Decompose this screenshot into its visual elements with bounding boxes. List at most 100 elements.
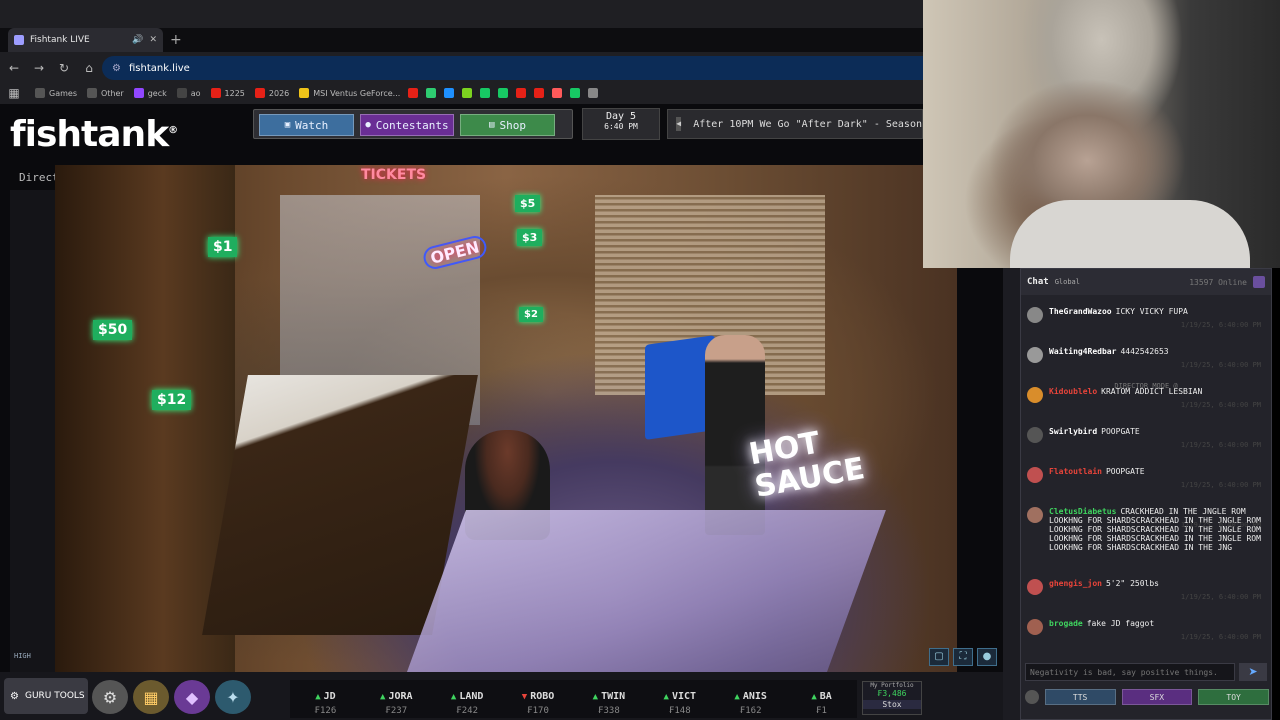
- bookmark-msi[interactable]: MSI Ventus GeForce...: [299, 88, 400, 98]
- avatar[interactable]: [1027, 507, 1043, 523]
- bookmark-2026[interactable]: 2026: [254, 88, 290, 98]
- bookmark-favicon-icon[interactable]: [408, 88, 419, 98]
- hot-sauce-sign: HOT SAUCE: [746, 413, 914, 547]
- chat-username[interactable]: ghengis_jon: [1049, 579, 1102, 588]
- emoji-icon[interactable]: [1025, 690, 1039, 704]
- home-icon[interactable]: ⌂: [78, 61, 100, 75]
- bookmark-favicon-icon[interactable]: [534, 88, 545, 98]
- crate-tool-icon[interactable]: ▦: [133, 680, 169, 714]
- stock-item[interactable]: ▲ LAND ₣242: [432, 680, 503, 718]
- chat-message[interactable]: Flatoutlain POOPGATE 1/19/25, 6:40:00 PM: [1027, 467, 1267, 489]
- bookmark-ao[interactable]: ao: [176, 88, 201, 98]
- chat-message[interactable]: brogade fake JD faggot 1/19/25, 6:40:00 PM: [1027, 619, 1267, 641]
- bookmark-favicon-icon[interactable]: [462, 88, 473, 98]
- speaker-icon[interactable]: 🔊: [132, 35, 143, 45]
- bookmark-favicon-icon[interactable]: [516, 88, 527, 98]
- chat-message[interactable]: TheGrandWazoo ICKY VICKY FUPA 1/19/25, 6:4…: [1027, 307, 1267, 329]
- avatar[interactable]: [1027, 579, 1043, 595]
- stock-item[interactable]: ▲ JORA ₣237: [361, 680, 432, 718]
- bookmark-label: 2026: [268, 88, 290, 98]
- folder-icon: [86, 88, 97, 98]
- tts-button[interactable]: TTS: [1044, 689, 1116, 705]
- bookmark-favicon-icon[interactable]: [426, 88, 437, 98]
- live-video-feed[interactable]: TICKETS OPEN HOT SAUCE $1 $50 $12 $5 $3 …: [55, 165, 957, 672]
- apps-grid-icon[interactable]: ▦: [3, 86, 25, 100]
- left-panel: [10, 190, 55, 672]
- reload-icon[interactable]: ↻: [53, 61, 75, 75]
- record-icon[interactable]: ●: [977, 648, 997, 666]
- avatar[interactable]: [1027, 347, 1043, 363]
- site-settings-icon[interactable]: ⚙: [112, 63, 121, 74]
- bookmark-1225[interactable]: 1225: [210, 88, 245, 98]
- stock-item[interactable]: ▲ JD ₣126: [290, 680, 361, 718]
- chat-room[interactable]: Global: [1055, 278, 1190, 286]
- chat-title[interactable]: Chat: [1027, 277, 1049, 287]
- stox-button[interactable]: Stox: [863, 700, 921, 709]
- gear-icon: ⚙: [10, 690, 19, 702]
- toy-button[interactable]: TOY: [1198, 689, 1269, 705]
- avatar[interactable]: [1027, 307, 1043, 323]
- fishtank-favicon-icon: [14, 35, 24, 45]
- bookmark-favicon-icon[interactable]: [552, 88, 563, 98]
- chat-message[interactable]: ghengis_jon 5'2" 250lbs 1/19/25, 6:40:00 P…: [1027, 579, 1267, 601]
- chat-input[interactable]: [1025, 663, 1235, 681]
- chat-username[interactable]: TheGrandWazoo: [1049, 307, 1112, 316]
- chat-timestamp: 1/19/25, 6:40:00 PM: [1180, 481, 1261, 489]
- watch-button[interactable]: ▣ Watch: [259, 114, 354, 136]
- bookmark-games[interactable]: Games: [35, 88, 77, 98]
- stock-name: TWIN: [601, 691, 626, 702]
- chat-header: Chat Global 13597 Online: [1021, 269, 1271, 295]
- browser-tab[interactable]: Fishtank LIVE 🔊 ✕: [8, 28, 163, 52]
- chat-username[interactable]: Swirlybird: [1049, 427, 1097, 436]
- capsule-tool-icon[interactable]: ◆: [174, 680, 210, 714]
- day-label: Day 5: [605, 111, 637, 122]
- bookmark-favicon-icon[interactable]: [570, 88, 581, 98]
- bookmark-favicon-icon[interactable]: [480, 88, 491, 98]
- chat-message[interactable]: Waiting4Redbar 4442542653 1/19/25, 6:40:00…: [1027, 347, 1267, 369]
- stock-item[interactable]: ▲ ANIS ₣162: [715, 680, 786, 718]
- bookmarks-bar: ▦ Games Other geck ao 1225 2026 MSI Vent…: [0, 84, 923, 102]
- forward-icon[interactable]: →: [28, 61, 50, 75]
- chat-message[interactable]: Swirlybird POOPGATE 1/19/25, 6:40:00 PM: [1027, 427, 1267, 449]
- bookmark-other[interactable]: Other: [86, 88, 124, 98]
- chat-username[interactable]: CletusDiabetus: [1049, 507, 1116, 516]
- arrow-up-icon: ▲: [450, 692, 457, 702]
- address-bar[interactable]: ⚙ fishtank.live: [102, 56, 923, 80]
- avatar[interactable]: [1027, 427, 1043, 443]
- chat-username[interactable]: Waiting4Redbar: [1049, 347, 1116, 356]
- back-icon[interactable]: ←: [3, 61, 25, 75]
- sfx-button[interactable]: SFX: [1121, 689, 1193, 705]
- stock-item[interactable]: ▲ TWIN ₣338: [574, 680, 645, 718]
- avatar[interactable]: [1027, 619, 1043, 635]
- bookmark-geck[interactable]: geck: [133, 88, 167, 98]
- chat-timestamp: 1/19/25, 6:40:00 PM: [1180, 633, 1261, 641]
- stock-price: ₣1: [816, 706, 827, 716]
- fishtank-logo[interactable]: fishtank®: [10, 114, 178, 155]
- bookmark-favicon-icon[interactable]: [498, 88, 509, 98]
- guru-tools-button[interactable]: ⚙ GURU TOOLS: [4, 678, 88, 714]
- stock-item[interactable]: ▲ VICT ₣148: [644, 680, 715, 718]
- ticker-back-button[interactable]: ◀: [676, 117, 682, 131]
- fullscreen-icon[interactable]: ⛶: [953, 648, 973, 666]
- portfolio-widget[interactable]: My Portfolio ₣3,486 Stox: [862, 681, 922, 715]
- quality-badge[interactable]: HIGH: [14, 652, 31, 660]
- bookmark-favicon-icon[interactable]: [444, 88, 455, 98]
- tv-icon: ▣: [284, 120, 291, 130]
- pip-icon[interactable]: ▢: [929, 648, 949, 666]
- chat-settings-icon[interactable]: [1253, 276, 1265, 288]
- stock-item[interactable]: ▼ ROBO ₣170: [503, 680, 574, 718]
- bookmark-favicon-icon[interactable]: [588, 88, 599, 98]
- new-tab-button[interactable]: +: [170, 32, 182, 48]
- cart-icon: ▤: [489, 120, 495, 130]
- shop-button[interactable]: ▤ Shop: [460, 114, 555, 136]
- avatar[interactable]: [1027, 467, 1043, 483]
- chat-username[interactable]: brogade: [1049, 619, 1083, 628]
- tab-close-button[interactable]: ✕: [149, 35, 157, 45]
- send-button[interactable]: ➤: [1239, 663, 1267, 681]
- compass-tool-icon[interactable]: ✦: [215, 680, 251, 714]
- chat-message[interactable]: CletusDiabetus CRACKHEAD IN THE JNGLE ROM…: [1027, 507, 1267, 552]
- contestants-button[interactable]: ● Contestants: [360, 114, 454, 136]
- settings-tool-icon[interactable]: ⚙: [92, 680, 128, 714]
- stock-item[interactable]: ▲ BA ₣1: [786, 680, 857, 718]
- chat-username[interactable]: Flatoutlain: [1049, 467, 1102, 476]
